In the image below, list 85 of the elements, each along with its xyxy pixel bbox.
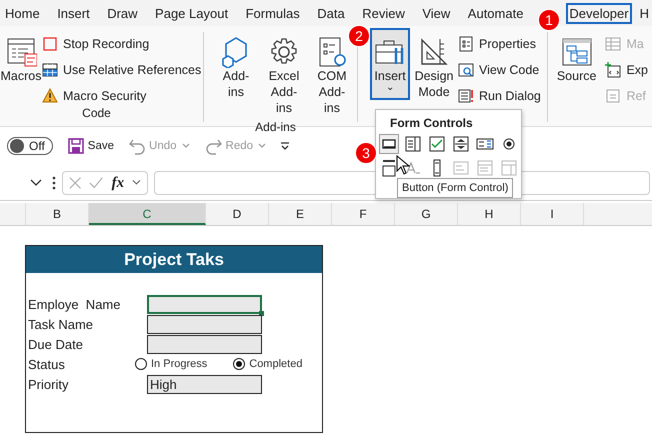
redo-icon (204, 137, 223, 155)
ribbon-button[interactable]: Macro Security (42, 86, 202, 106)
field-label: Task Name (27, 316, 94, 332)
ribbon-tab[interactable]: Review (359, 2, 408, 24)
ribbon-tab[interactable]: Formulas (242, 2, 303, 24)
column-header[interactable]: H (458, 203, 521, 225)
customize-icon (279, 140, 292, 152)
ribbon-tab[interactable]: View (419, 2, 454, 24)
dropdown-icon (132, 179, 141, 187)
column-header[interactable]: G (395, 203, 458, 225)
input-field[interactable] (147, 334, 262, 354)
ribbon-button[interactable]: Exp (605, 60, 648, 80)
column-header[interactable]: F (332, 203, 395, 225)
step-badge: 3 (355, 142, 377, 164)
field-label: Priority (27, 376, 70, 392)
list-alert-icon (458, 88, 474, 104)
ribbon-tab[interactable]: Page Layout (152, 2, 232, 24)
ribbon-button[interactable]: Properties (458, 34, 541, 54)
ribbon-tab[interactable]: H (636, 2, 652, 24)
ribbon-button[interactable]: Excel Add-ins (264, 32, 304, 120)
column-header[interactable]: E (269, 203, 332, 225)
checkbox-icon (428, 135, 446, 153)
ribbon-button[interactable]: Design Mode (414, 32, 454, 104)
ribbon-button[interactable]: Stop Recording (42, 34, 202, 54)
field-label: Status (27, 356, 66, 372)
caret-icon (180, 142, 191, 150)
enter-icon (89, 176, 104, 190)
list-icon (458, 36, 474, 52)
text-field-icon (452, 159, 470, 177)
form-control-button[interactable] (379, 134, 399, 154)
form-control-button[interactable] (451, 134, 471, 154)
ribbon-button[interactable]: Source (552, 32, 602, 88)
column-header[interactable]: D (206, 203, 269, 225)
ribbon-tab[interactable]: Insert (54, 2, 93, 24)
fill-handle[interactable] (259, 310, 264, 316)
dropdown-icon (30, 179, 42, 187)
field-label: Employe Name (27, 296, 122, 312)
column-header[interactable]: C (89, 203, 206, 225)
more-options-icon (52, 176, 56, 190)
cursor-icon (396, 155, 410, 175)
ribbon-tab[interactable]: Automate (464, 2, 526, 24)
column-header[interactable]: I (521, 203, 584, 225)
undo-icon (128, 137, 146, 155)
combo-drop-icon (500, 159, 518, 177)
form-control-button[interactable] (403, 134, 423, 154)
field-label: Due Date (27, 336, 84, 352)
ribbon-tab[interactable]: Data (314, 2, 348, 24)
square-icon (42, 36, 58, 52)
cancel-icon (69, 176, 82, 190)
group-label: Code (81, 106, 112, 122)
input-field[interactable]: High (147, 374, 262, 394)
ribbon-tab[interactable]: Developer (566, 2, 632, 24)
group-label: Add-ins (254, 120, 297, 134)
group-box-icon (380, 159, 398, 177)
grid-icon (42, 62, 58, 78)
document-icon (605, 88, 622, 104)
ribbon-button[interactable]: View Code (458, 60, 541, 80)
ribbon-button[interactable]: Run Dialog (458, 86, 541, 106)
form-control-button[interactable] (427, 134, 447, 154)
autosave-toggle[interactable]: Off (7, 137, 53, 155)
radio-button[interactable]: Completed (233, 358, 302, 370)
input-field[interactable] (147, 314, 262, 334)
ribbon-tab[interactable]: Draw (104, 2, 141, 24)
ribbon-button[interactable]: Add-ins (216, 32, 256, 104)
radio-button[interactable]: In Progress (135, 358, 208, 370)
toolbar-button[interactable]: Save (66, 137, 114, 155)
spin-button-icon (452, 135, 470, 153)
ribbon-button[interactable]: Insert ⌄ (370, 28, 410, 100)
input-field[interactable] (147, 294, 262, 314)
macros-icon (5, 36, 37, 68)
menu-heading: Form Controls (389, 115, 474, 132)
warning-icon (42, 88, 58, 104)
combo-box-icon (404, 135, 422, 153)
combo-list-icon (476, 159, 494, 177)
tooltip: Button (Form Control) (397, 178, 514, 198)
tree-panel-icon (560, 36, 593, 68)
insert-function-button[interactable]: fx (112, 174, 124, 192)
ribbon-tab[interactable]: Home (2, 2, 43, 24)
form-title: Project Taks (26, 246, 322, 273)
save-icon (66, 137, 85, 155)
table-icon (605, 36, 622, 52)
ribbon-button[interactable]: Use Relative References (42, 60, 202, 80)
caret-icon (257, 142, 268, 150)
magnifier-window-icon (458, 62, 474, 78)
document-plus-icon (605, 62, 622, 78)
